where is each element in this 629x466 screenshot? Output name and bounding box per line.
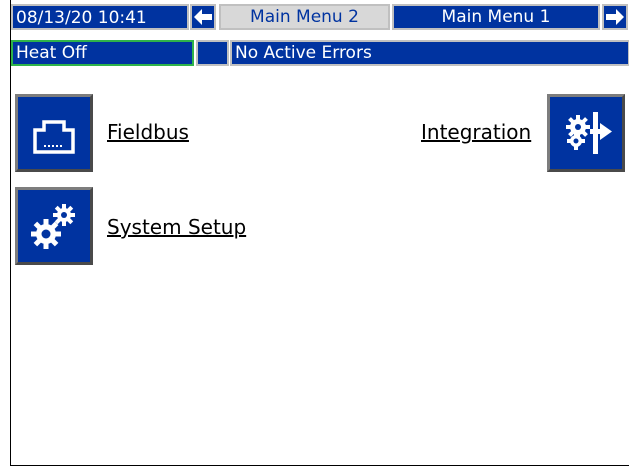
system-setup-link[interactable]: System Setup [107, 215, 246, 239]
heat-status: Heat Off [11, 40, 194, 66]
integration-gears-icon [566, 112, 612, 154]
network-port-icon [33, 120, 75, 154]
fieldbus-link[interactable]: Fieldbus [107, 120, 189, 144]
next-screen-button[interactable] [602, 4, 628, 30]
arrow-left-icon [194, 9, 212, 25]
integration-link[interactable]: Integration [421, 120, 531, 144]
previous-screen-button[interactable] [190, 4, 216, 30]
gears-icon [31, 204, 75, 249]
hmi-screen: 08/13/20 10:41 Main Menu 2 Main Menu 1 H… [10, 0, 629, 466]
arrow-right-icon [606, 9, 624, 25]
fieldbus-button[interactable] [15, 94, 93, 172]
datetime-display: 08/13/20 10:41 [11, 4, 189, 30]
error-status: No Active Errors [230, 40, 629, 66]
integration-button[interactable] [547, 94, 625, 172]
status-indicator-blank [196, 40, 229, 66]
tab-main-menu-1[interactable]: Main Menu 1 [392, 4, 600, 30]
system-setup-button[interactable] [15, 187, 93, 265]
tab-main-menu-2[interactable]: Main Menu 2 [219, 4, 390, 30]
